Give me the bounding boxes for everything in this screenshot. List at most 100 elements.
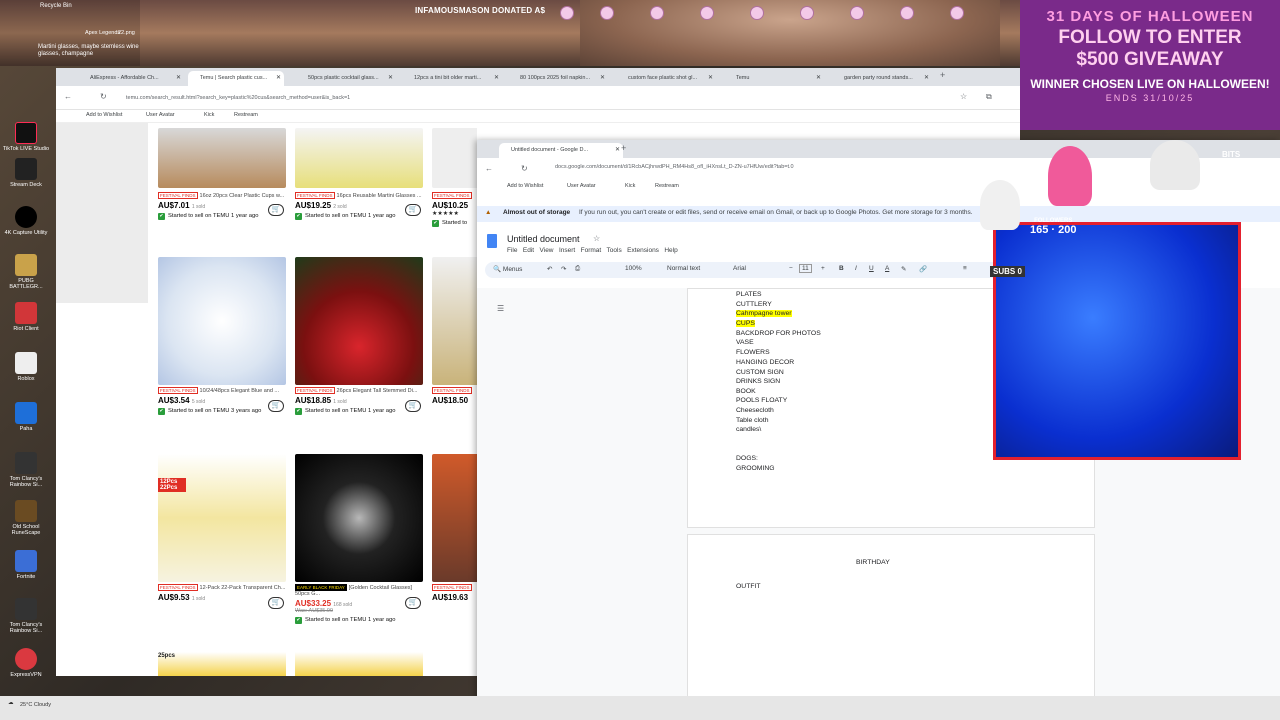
bookmark-avatar[interactable]: User Avatar (567, 183, 596, 189)
desktop-icon-4k[interactable]: 4K Capture Utility (2, 206, 50, 236)
product-image[interactable] (432, 454, 477, 582)
product-card[interactable]: FESTIVAL FINDS AU$19.63 (432, 454, 477, 602)
weather-text[interactable]: 25°C Cloudy (20, 702, 51, 708)
bookmark-avatar[interactable]: User Avatar (146, 112, 175, 118)
product-image[interactable] (295, 257, 423, 385)
new-tab-button[interactable]: + (621, 143, 626, 153)
zoom-select[interactable]: 100% (625, 265, 642, 272)
url-field[interactable]: docs.google.com/document/d/1RcbACjhrwdPH… (555, 164, 794, 170)
product-image[interactable] (432, 128, 477, 188)
bookmark-wishlist[interactable]: Add to Wishlist (86, 112, 122, 118)
product-card[interactable]: FESTIVAL FINDS 10/24/48pcs Elegant Blue a… (158, 257, 286, 415)
product-card[interactable]: FESTIVAL FINDS 26pcs Elegant Tall Stemmed… (295, 257, 423, 415)
highlight-icon[interactable]: ✎ (901, 265, 906, 273)
italic-button[interactable]: I (855, 265, 857, 272)
back-icon[interactable]: ← (64, 92, 72, 101)
product-image[interactable] (432, 257, 477, 385)
menu-extensions[interactable]: Extensions (627, 247, 659, 254)
style-select[interactable]: Normal text (667, 265, 700, 272)
desktop-icon-roblox[interactable]: Roblox (2, 352, 50, 382)
new-tab-button[interactable]: + (940, 70, 945, 80)
undo-icon[interactable]: ↶ (547, 265, 552, 273)
desktop-icon-fortnite[interactable]: Fortnite (2, 550, 50, 580)
tab-cocktail[interactable]: 50pcs plastic cocktail glass... ✕ (296, 71, 396, 86)
text-color-button[interactable]: A (885, 265, 889, 272)
underline-button[interactable]: U (869, 265, 874, 272)
desktop-icon-runescape[interactable]: Old School RuneScape (2, 500, 50, 536)
product-image[interactable] (295, 128, 423, 188)
desktop-icon-tiktok[interactable]: TikTok LIVE Studio (2, 122, 50, 152)
star-icon[interactable]: ☆ (593, 234, 600, 243)
link-icon[interactable]: 🔗 (919, 265, 927, 273)
product-card[interactable]: FESTIVAL FINDS 16pcs Reusable Martini Gla… (295, 128, 423, 220)
tab-shot[interactable]: custom face plastic shot gl... ✕ (616, 71, 716, 86)
desktop-icon-rainbow[interactable]: Tom Clancy's Rainbow Si... (2, 452, 50, 488)
product-image[interactable]: 25pcs (158, 652, 286, 676)
product-card[interactable]: EARLY BLACK FRIDAY [Golden Cocktail Glass… (295, 454, 423, 624)
bookmark-kick[interactable]: Kick (625, 183, 635, 189)
add-to-cart-button[interactable]: 🛒 (405, 400, 421, 412)
tab-aliexpress[interactable]: AliExpress - Affordable Ch... ✕ (78, 71, 184, 86)
tab-temu-search[interactable]: Temu | Search plastic cus... ✕ (188, 71, 284, 86)
increase-size-icon[interactable]: + (821, 265, 825, 272)
add-to-cart-button[interactable]: 🛒 (268, 400, 284, 412)
bold-button[interactable]: B (839, 265, 844, 272)
add-to-cart-button[interactable]: 🛒 (268, 204, 284, 216)
png-label[interactable]: 22.png (118, 30, 135, 36)
bookmark-wishlist[interactable]: Add to Wishlist (507, 183, 543, 189)
decrease-size-icon[interactable]: − (789, 265, 793, 272)
tab-temu[interactable]: Temu ✕ (724, 71, 824, 86)
menu-view[interactable]: View (540, 247, 554, 254)
star-icon[interactable]: ☆ (960, 92, 967, 101)
desktop-icon-riot[interactable]: Riot Client (2, 302, 50, 332)
docs-logo-icon[interactable] (487, 234, 497, 248)
product-image[interactable] (158, 257, 286, 385)
weather-icon[interactable]: ☁ (8, 700, 14, 706)
back-icon[interactable]: ← (485, 164, 493, 173)
doc-page-2[interactable]: BIRTHDAY OUTFIT (687, 534, 1095, 720)
desktop-icon-paha[interactable]: Paha (2, 402, 50, 432)
add-to-cart-button[interactable]: 🛒 (405, 597, 421, 609)
doc-title[interactable]: Untitled document (507, 234, 580, 244)
reload-icon[interactable]: ↻ (100, 92, 107, 101)
product-image[interactable] (295, 652, 423, 676)
product-card[interactable]: FESTIVAL FINDS AU$18.50 (432, 257, 477, 405)
font-size-field[interactable]: 11 (799, 264, 812, 273)
outline-icon[interactable]: ☰ (497, 304, 504, 313)
menu-help[interactable]: Help (664, 247, 677, 254)
tab-napkin[interactable]: 80 100pcs 2025 foil napkin... ✕ (508, 71, 608, 86)
desktop-icon-expressvpn[interactable]: ExpressVPN (2, 648, 50, 678)
desktop-icon-pubg[interactable]: PUBG BATTLEGR... (2, 254, 50, 290)
bookmark-kick[interactable]: Kick (204, 112, 214, 118)
search-menus[interactable]: 🔍 Menus (493, 265, 522, 273)
align-icon[interactable]: ≡ (963, 265, 967, 272)
apex-label[interactable]: Apex Legends (85, 30, 120, 36)
menu-tools[interactable]: Tools (607, 247, 622, 254)
menu-edit[interactable]: Edit (523, 247, 534, 254)
desktop-icon-rainbow2[interactable]: Tom Clancy's Rainbow Si... (2, 598, 50, 634)
tab-docs[interactable]: Untitled document - Google D... ✕ (499, 143, 623, 158)
product-card[interactable]: FESTIVAL FINDS AU$10.25 ★★★★★ Started to (432, 128, 477, 227)
desktop-icon-streamdeck[interactable]: Stream Deck (2, 158, 50, 188)
add-to-cart-button[interactable]: 🛒 (405, 204, 421, 216)
font-select[interactable]: Arial (733, 265, 746, 272)
product-image[interactable] (295, 454, 423, 582)
add-to-cart-button[interactable]: 🛒 (268, 597, 284, 609)
menu-format[interactable]: Format (581, 247, 602, 254)
menu-insert[interactable]: Insert (559, 247, 575, 254)
url-field[interactable]: temu.com/search_result.html?search_key=p… (126, 92, 946, 104)
menu-file[interactable]: File (507, 247, 517, 254)
bookmark-restream[interactable]: Restream (655, 183, 679, 189)
recycle-bin-label[interactable]: Recycle Bin (40, 3, 72, 9)
extensions-icon[interactable]: ⧉ (986, 92, 992, 102)
product-card[interactable]: FESTIVAL FINDS 16oz 20pcs Clear Plastic C… (158, 128, 286, 220)
tab-garden[interactable]: garden party round stands... ✕ (832, 71, 932, 86)
redo-icon[interactable]: ↷ (561, 265, 566, 273)
tab-martini[interactable]: 12pcs a tini bit older marti... ✕ (402, 71, 502, 86)
product-image[interactable]: 12Pcs 22Pcs (158, 454, 286, 582)
reload-icon[interactable]: ↻ (521, 164, 528, 173)
product-image[interactable] (158, 128, 286, 188)
print-icon[interactable]: ⎙ (575, 265, 580, 273)
bookmark-restream[interactable]: Restream (234, 112, 258, 118)
product-card[interactable]: 12Pcs 22Pcs FESTIVAL FINDS 12-Pack 22-Pac… (158, 454, 286, 609)
